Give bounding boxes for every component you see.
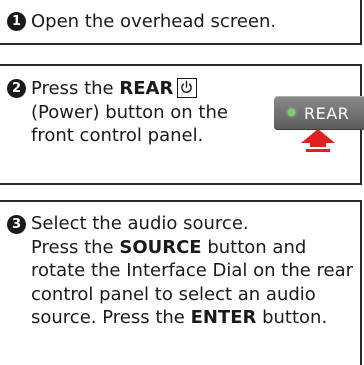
step-2-text: Press the REAR (Power) button on the fro… — [31, 77, 251, 148]
step-2-box: 2 Press the REAR (Power) button on the f… — [0, 64, 364, 185]
press-arrow-icon — [301, 129, 335, 152]
power-symbol-icon — [177, 78, 198, 98]
step-3-box: 3 Select the audio source. Press the SOUR… — [0, 200, 362, 365]
source-keyword: SOURCE — [119, 236, 202, 258]
step-3-line-1: Select the audio source. — [31, 213, 249, 234]
step-3-text-c: button. — [256, 307, 328, 328]
step-3-text: Select the audio source. Press the SOURCE… — [31, 212, 361, 330]
step-1-text: Open the overhead screen. — [31, 11, 277, 32]
step-2-text-before: Press the — [31, 78, 120, 99]
enter-keyword: ENTER — [190, 307, 257, 328]
step-3-text-a: Press the — [31, 236, 120, 258]
rear-button-illustration: REAR — [274, 96, 364, 130]
rear-button-label: REAR — [304, 104, 350, 123]
rear-led-indicator — [288, 109, 295, 116]
step-1-box: 1 Open the overhead screen. — [0, 0, 362, 45]
step-number-3: 3 — [7, 215, 26, 234]
step-number-1: 1 — [7, 12, 26, 31]
step-2-text-after: (Power) button on the front control pane… — [31, 101, 228, 147]
step-number-2: 2 — [7, 79, 26, 98]
rear-keyword: REAR — [119, 78, 174, 99]
